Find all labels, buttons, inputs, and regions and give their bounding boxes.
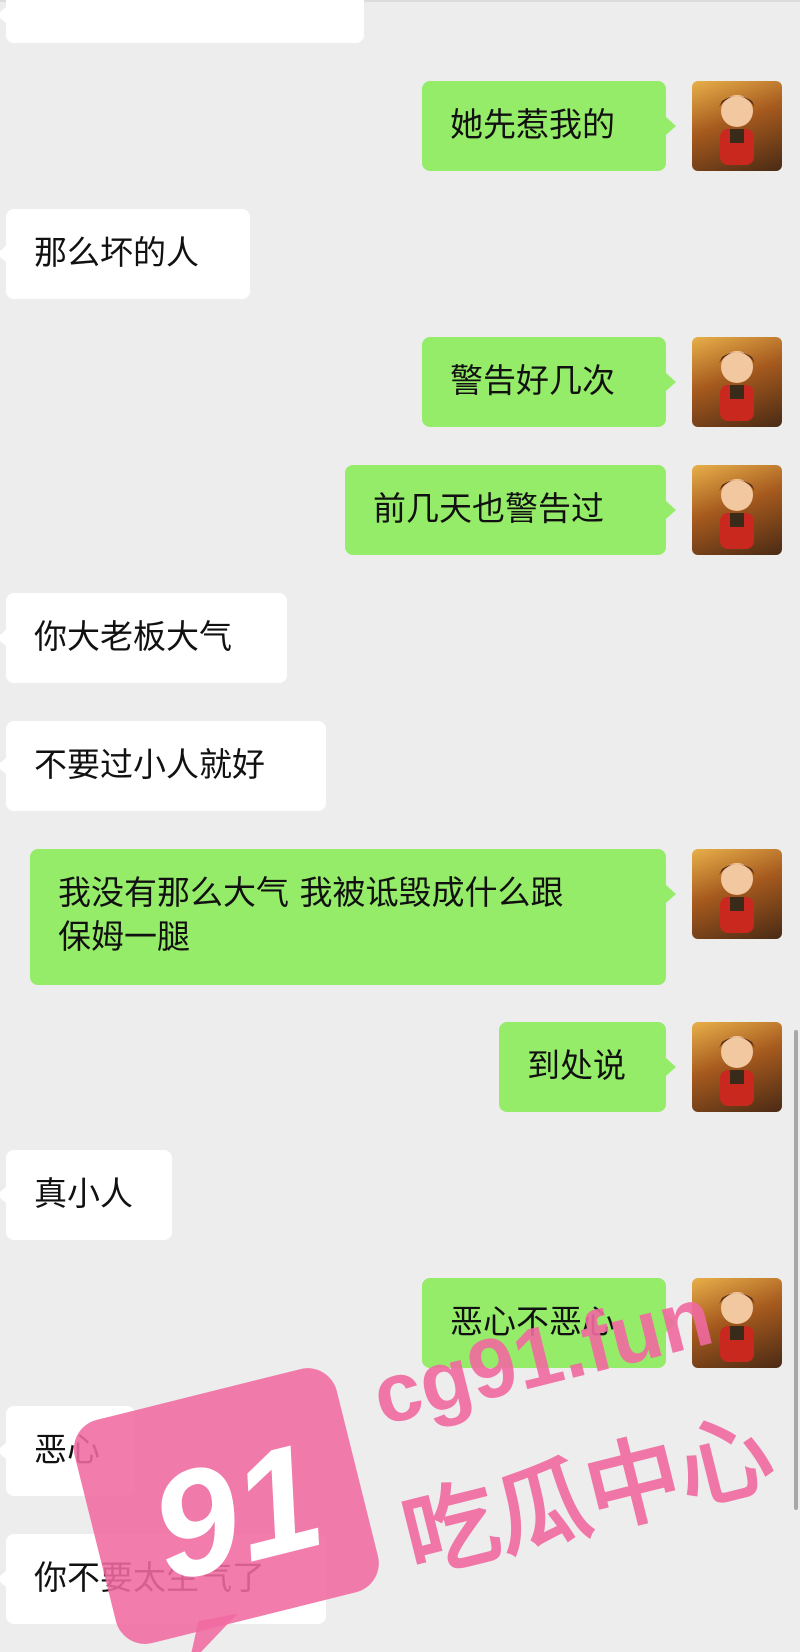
message-bubble-incoming[interactable]: 恶心 [0,1406,135,1496]
avatar-icon[interactable] [692,849,782,939]
avatar-cartoon-boy-icon [719,1292,755,1362]
message-bubble-outgoing[interactable]: 到处说 [499,1022,676,1112]
message-bubble-outgoing[interactable]: 警告好几次 [422,337,676,427]
avatar-icon[interactable] [692,337,782,427]
scrollbar[interactable] [794,1030,798,1510]
avatar-cartoon-boy-icon [719,479,755,549]
avatar-icon[interactable] [692,465,782,555]
message-bubble-outgoing[interactable]: 我没有那么大气 我被诋毁成什么跟 保姆一腿 [30,849,676,985]
message-bubble-incoming[interactable]: 不要过小人就好 [0,721,326,811]
avatar-cartoon-boy-icon [719,1036,755,1106]
message-bubble-incoming[interactable]: 你不要太生气了 [0,1534,326,1624]
message-bubble-outgoing[interactable]: 她先惹我的 [422,81,676,171]
message-bubble-outgoing[interactable]: 前几天也警告过 [345,465,676,555]
avatar-cartoon-boy-icon [719,351,755,421]
message-bubble-incoming[interactable]: 你大老板大气 [0,593,287,683]
avatar-icon[interactable] [692,81,782,171]
avatar-cartoon-boy-icon [719,95,755,165]
message-bubble-outgoing[interactable]: 恶心不恶心 [422,1278,676,1368]
avatar-cartoon-boy-icon [719,863,755,933]
avatar-icon[interactable] [692,1278,782,1368]
message-bubble-incoming[interactable] [0,0,364,43]
message-bubble-incoming[interactable]: 真小人 [0,1150,172,1240]
chat-area[interactable]: 她先惹我的 那么坏的人 警告好几次 前几天也警告过 你大老板大气 不要过小人就好 [0,0,800,1652]
avatar-icon[interactable] [692,1022,782,1112]
message-bubble-incoming[interactable]: 那么坏的人 [0,209,250,299]
